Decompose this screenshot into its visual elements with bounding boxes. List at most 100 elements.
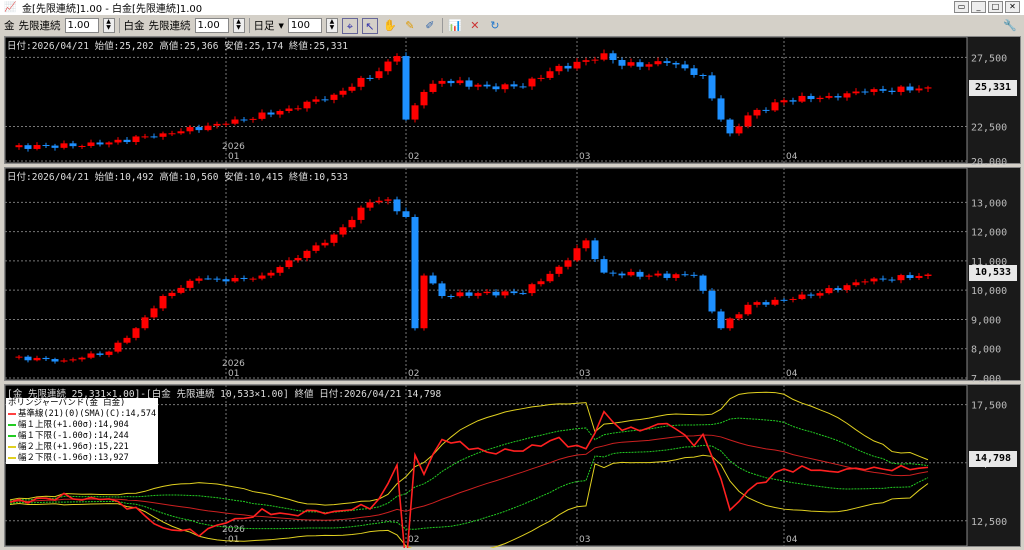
legend-label: 幅１下限(-1.00σ):14,244 [18, 431, 129, 441]
candle-up [321, 242, 329, 246]
candle-down [465, 80, 473, 87]
candle-up [294, 108, 302, 110]
candle-up [798, 294, 806, 299]
indicator-icon[interactable]: 📊 [447, 18, 463, 34]
candle-up [591, 59, 599, 61]
legend-item: 幅１下限(-1.00σ):14,244 [8, 431, 156, 442]
maximize-icon[interactable]: □ [988, 1, 1003, 13]
spread-chart-panel[interactable]: 17,50015,00012,500010203042026 [金 先限連続 2… [4, 384, 1021, 548]
chart-canvas[interactable]: 27,500 22,500 20,000 01 02 03 04 2026 [5, 37, 1022, 165]
bar-count-stepper[interactable]: ▲ ▼ [325, 18, 338, 33]
legend-label: 幅１上限(+1.00σ):14,904 [18, 420, 129, 430]
hand-icon[interactable]: ✋ [382, 18, 398, 34]
candle-up [654, 273, 662, 276]
refresh-icon[interactable]: ↻ [487, 18, 503, 34]
candle-down [24, 356, 32, 361]
candle-up [582, 60, 590, 62]
candle-up [123, 337, 131, 343]
candle-up [222, 123, 230, 125]
minimize-icon[interactable]: _ [971, 1, 986, 13]
y-tick-label: 22,500 [971, 122, 1007, 133]
close-icon[interactable]: ✕ [1005, 1, 1020, 13]
candle-up [672, 274, 680, 278]
candle-up [87, 142, 95, 146]
candle-down [69, 143, 77, 147]
candle-up [384, 199, 392, 201]
candle-down [447, 296, 455, 298]
candle-up [915, 275, 923, 279]
candle-down [465, 292, 473, 296]
candle-up [15, 145, 23, 148]
gold-chart-panel[interactable]: 27,500 22,500 20,000 01 02 03 04 2026 日付:2026/0… [4, 36, 1022, 165]
legend-item: 幅１上限(+1.00σ):14,904 [8, 420, 156, 431]
delete-lines-icon[interactable]: ✕ [467, 18, 483, 34]
draw-tool-icon[interactable]: ✐ [422, 18, 438, 34]
candle-up [627, 271, 635, 276]
month-label: 02 [408, 535, 419, 545]
multiplier1-input[interactable] [64, 18, 99, 33]
candle-up [312, 245, 320, 251]
candle-down [24, 145, 32, 149]
pointer-icon[interactable]: ↖ [361, 17, 378, 34]
candle-up [60, 360, 68, 362]
chart-canvas[interactable]: 13,00012,00011,00010,0009,0008,0007,0000… [5, 168, 1022, 382]
candle-up [231, 277, 239, 282]
candle-up [537, 281, 545, 285]
legend-swatch [8, 423, 16, 426]
symbol1-label: 金 [4, 20, 15, 32]
bar-count-input[interactable] [287, 18, 322, 33]
platinum-ohlc-header: 日付:2026/04/21 始値:10,492 高値:10,560 安値:10,… [7, 172, 348, 183]
candle-up [375, 200, 383, 203]
candle-down [321, 99, 329, 101]
legend-label: 基準線(21)(0)(SMA)(C):14,574 [18, 409, 157, 419]
candle-down [888, 279, 896, 281]
candle-up [168, 292, 176, 297]
y-tick-label: 12,500 [971, 517, 1007, 528]
restore-icon[interactable]: ▭ [954, 1, 969, 13]
candle-up [654, 61, 662, 65]
candle-up [483, 291, 491, 294]
candle-up [303, 250, 311, 258]
chevron-down-icon[interactable]: ▼ [279, 22, 284, 30]
candle-down [96, 142, 104, 145]
platinum-chart-panel[interactable]: 13,000 12,000 11,000 10,000 9,000 8,000 7,000 0… [4, 167, 1022, 382]
settings-icon[interactable]: 🔧 [1002, 18, 1018, 34]
legend-swatch [8, 456, 16, 459]
candle-up [159, 296, 167, 309]
candle-up [870, 278, 878, 282]
candle-down [267, 112, 275, 115]
month-label: 02 [408, 369, 419, 379]
period-select[interactable]: 日足 [254, 18, 275, 33]
candle-down [393, 199, 401, 212]
candle-up [186, 280, 194, 288]
candle-up [501, 291, 509, 296]
month-label: 03 [579, 535, 590, 545]
candle-up [546, 71, 554, 78]
pencil-icon[interactable]: ✎ [402, 18, 418, 34]
y-tick-label: 20,000 [971, 157, 1007, 165]
y-tick-label: 12,000 [971, 228, 1007, 239]
divider [118, 18, 120, 33]
spread-last-value: 14,798 [969, 451, 1017, 467]
candle-up [573, 61, 581, 69]
candle-up [249, 278, 257, 280]
year-label: 2026 [222, 142, 245, 152]
crosshair-icon[interactable]: ⌖ [341, 17, 358, 34]
candle-down [483, 84, 491, 87]
candle-up [357, 77, 365, 87]
multiplier1-stepper[interactable]: ▲ ▼ [102, 18, 115, 33]
chart-app-icon: 📈 [4, 1, 17, 13]
y-tick-label: 27,500 [971, 53, 1007, 64]
month-label: 02 [408, 152, 419, 162]
candle-up [411, 105, 419, 120]
platinum-last-price: 10,533 [969, 265, 1017, 281]
candle-down [726, 119, 734, 134]
multiplier2-input[interactable] [194, 18, 229, 33]
candle-up [564, 260, 572, 267]
legend-item: 基準線(21)(0)(SMA)(C):14,574 [8, 409, 156, 420]
multiplier2-stepper[interactable]: ▲ ▼ [232, 18, 245, 33]
candle-down [447, 80, 455, 84]
candle-up [285, 260, 293, 268]
candle-up [429, 83, 437, 92]
candle-down [609, 53, 617, 60]
